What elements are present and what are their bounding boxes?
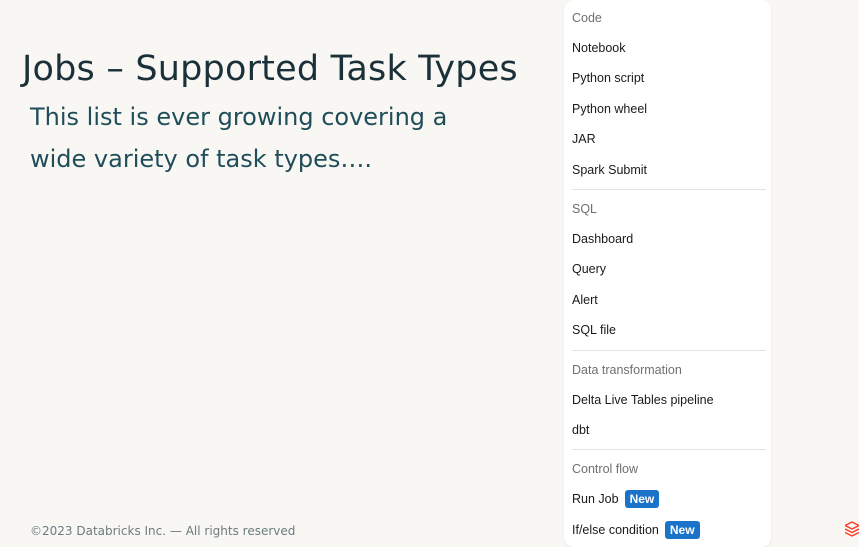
menu-item-label: JAR: [572, 132, 596, 147]
section-header-sql: SQL: [572, 201, 598, 216]
menu-item-label: Python wheel: [572, 101, 648, 116]
menu-section-sql: SQL Dashboard Query Alert SQL file: [564, 194, 771, 346]
task-type-menu: Code Notebook Python script Python wheel…: [564, 0, 771, 547]
menu-item-label: Notebook: [572, 41, 626, 55]
menu-divider: [572, 449, 766, 451]
slide-title: Jobs – Supported Task Types: [22, 49, 518, 89]
menu-item-delta-live-tables[interactable]: Delta Live Tables pipeline: [564, 385, 771, 415]
menu-item-run-job[interactable]: Run Job New: [564, 484, 771, 514]
menu-item-dbt[interactable]: dbt: [564, 415, 771, 445]
menu-item-label: Dashboard: [572, 231, 634, 246]
menu-item-label: Alert: [572, 292, 598, 307]
menu-item-label: Spark Submit: [572, 162, 648, 177]
menu-divider: [572, 188, 766, 190]
menu-item-spark-submit[interactable]: Spark Submit: [564, 155, 771, 185]
menu-section-data-transformation: Data transformation Delta Live Tables pi…: [564, 355, 771, 446]
menu-item-jar[interactable]: JAR: [564, 124, 771, 154]
section-header-code: Code: [572, 11, 602, 25]
menu-item-python-wheel[interactable]: Python wheel: [564, 94, 771, 124]
menu-item-label: Run Job: [572, 492, 619, 507]
slide-subtitle: This list is ever growing covering a wid…: [30, 103, 448, 173]
new-badge: New: [664, 520, 700, 539]
menu-section-control-flow: Control flow Run Job New If/else conditi…: [564, 454, 771, 545]
menu-item-sql-file[interactable]: SQL file: [564, 315, 771, 345]
menu-item-alert[interactable]: Alert: [564, 285, 771, 315]
section-header-data-transformation: Data transformation: [572, 362, 682, 377]
new-badge: New: [624, 490, 660, 509]
section-header-control-flow: Control flow: [572, 462, 638, 477]
databricks-logo-icon: [845, 521, 859, 539]
menu-item-label: dbt: [572, 422, 590, 437]
menu-divider: [572, 349, 766, 351]
menu-item-query[interactable]: Query: [564, 254, 771, 284]
menu-item-label: SQL file: [572, 323, 617, 338]
menu-item-label: Delta Live Tables pipeline: [572, 392, 714, 407]
menu-item-if-else-condition[interactable]: If/else condition New: [564, 515, 771, 545]
menu-item-label: Query: [572, 262, 607, 277]
menu-item-label: If/else condition: [572, 522, 659, 537]
menu-item-python-script[interactable]: Python script: [564, 63, 771, 93]
menu-section-code: Code Notebook Python script Python wheel…: [564, 3, 771, 185]
copyright-footer: ©2023 Databricks Inc. — All rights reser…: [30, 524, 296, 538]
menu-item-label: Python script: [572, 71, 645, 86]
menu-item-notebook[interactable]: Notebook: [564, 33, 771, 63]
menu-item-dashboard[interactable]: Dashboard: [564, 224, 771, 254]
